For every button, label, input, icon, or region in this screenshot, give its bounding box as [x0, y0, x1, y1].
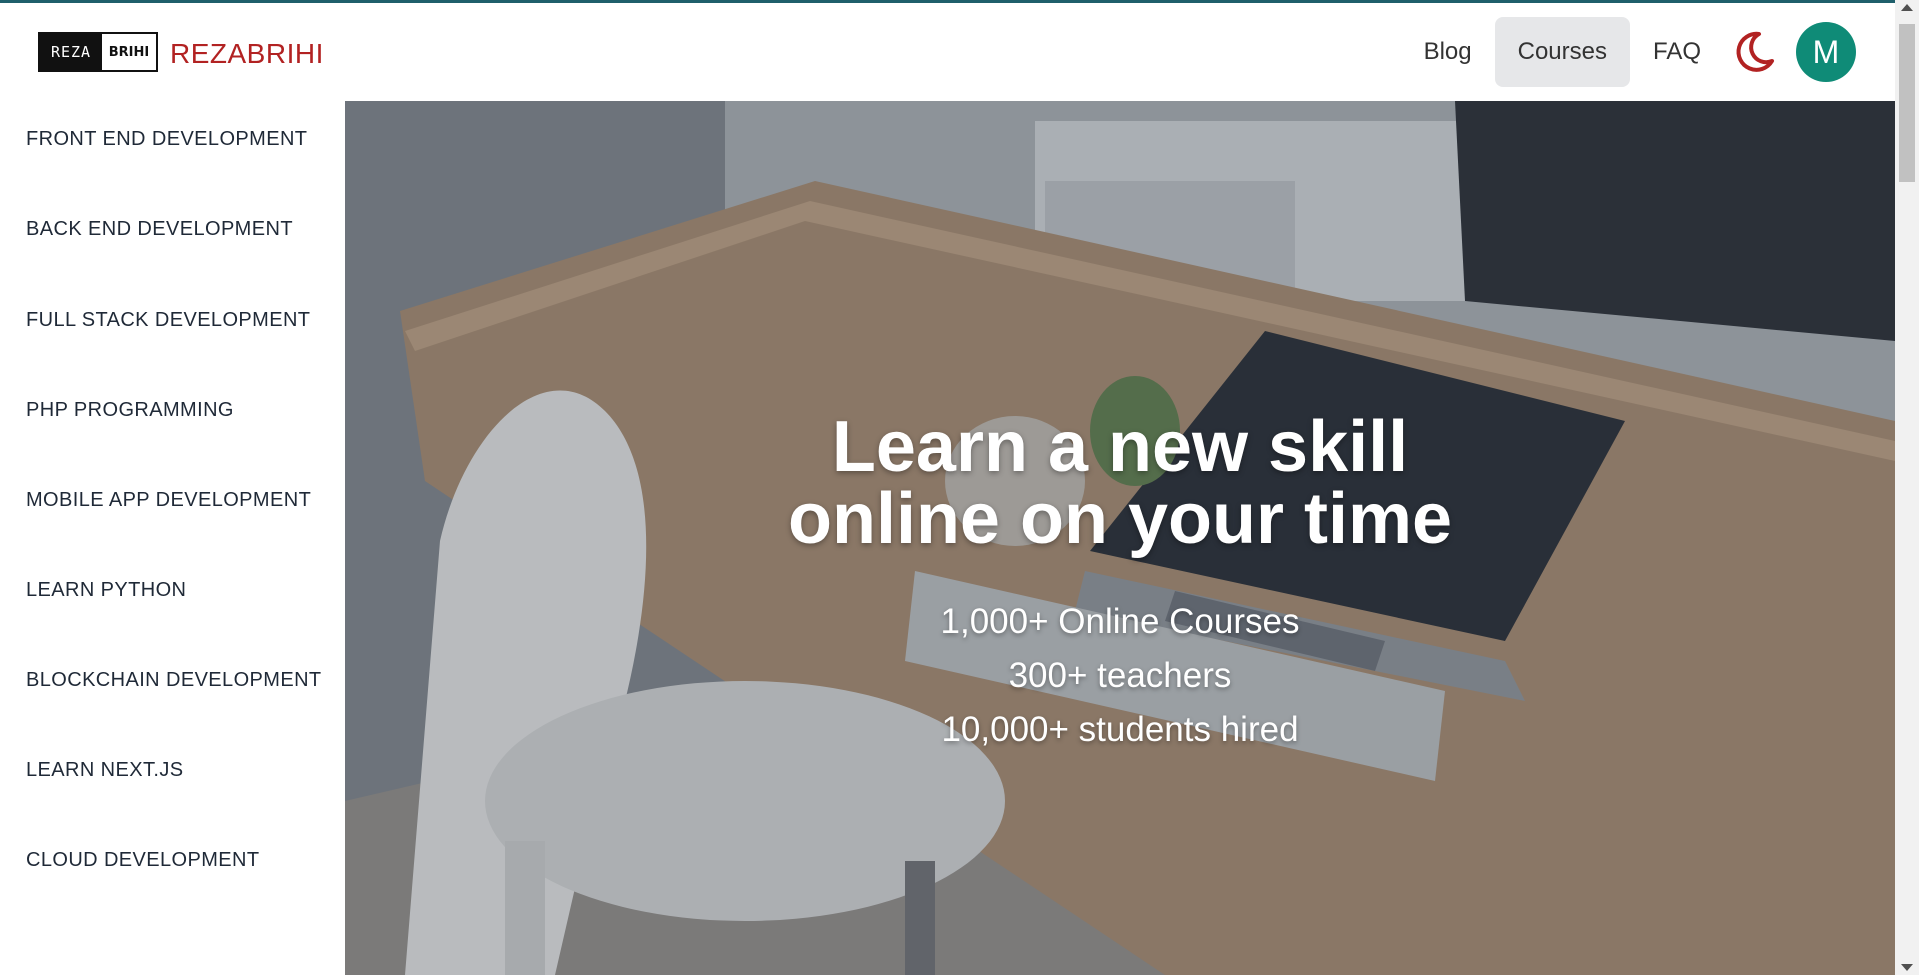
page-scrollbar[interactable] [1895, 0, 1919, 975]
logo-right-text: BRIHI [108, 44, 150, 60]
course-sidebar: FRONT END DEVELOPMENT BACK END DEVELOPME… [0, 101, 345, 975]
nav-link-blog[interactable]: Blog [1401, 17, 1495, 87]
hero-content: Learn a new skill online on your time 1,… [345, 411, 1895, 757]
moon-icon[interactable] [1732, 30, 1776, 74]
hero-stats: 1,000+ Online Courses 300+ teachers 10,0… [345, 595, 1895, 757]
scroll-down-arrow-icon[interactable] [1901, 964, 1913, 971]
site-header: REZA BRIHI REZABRIHI Blog Courses FAQ M [0, 3, 1895, 101]
logo[interactable]: REZA BRIHI [38, 32, 158, 72]
nav-link-courses[interactable]: Courses [1494, 17, 1630, 87]
sidebar-item-blockchain[interactable]: BLOCKCHAIN DEVELOPMENT [26, 669, 322, 692]
sidebar-item-back-end[interactable]: BACK END DEVELOPMENT [26, 218, 293, 241]
scroll-up-arrow-icon[interactable] [1901, 4, 1913, 11]
sidebar-item-mobile-app[interactable]: MOBILE APP DEVELOPMENT [26, 489, 311, 512]
brand-name[interactable]: REZABRIHI [170, 38, 324, 70]
scrollbar-thumb[interactable] [1899, 24, 1915, 182]
hero-stat-teachers: 300+ teachers [1008, 656, 1232, 695]
hero-stat-courses: 1,000+ Online Courses [940, 602, 1300, 641]
hero-title-line-1: Learn a new skill [831, 407, 1409, 487]
sidebar-item-cloud[interactable]: CLOUD DEVELOPMENT [26, 849, 260, 872]
sidebar-item-php[interactable]: PHP PROGRAMMING [26, 399, 234, 422]
hero-stat-students: 10,000+ students hired [941, 710, 1299, 749]
user-avatar[interactable]: M [1796, 22, 1856, 82]
sidebar-item-python[interactable]: LEARN PYTHON [26, 579, 186, 602]
main-nav: Blog Courses FAQ M [1401, 17, 1856, 87]
hero-title-line-2: online on your time [787, 479, 1453, 559]
sidebar-item-nextjs[interactable]: LEARN NEXT.JS [26, 759, 183, 782]
logo-left-text: REZA [40, 34, 102, 70]
nav-link-faq[interactable]: FAQ [1630, 17, 1724, 87]
hero-banner: Learn a new skill online on your time 1,… [345, 101, 1895, 975]
sidebar-item-full-stack[interactable]: FULL STACK DEVELOPMENT [26, 309, 310, 332]
sidebar-item-front-end[interactable]: FRONT END DEVELOPMENT [26, 128, 307, 151]
